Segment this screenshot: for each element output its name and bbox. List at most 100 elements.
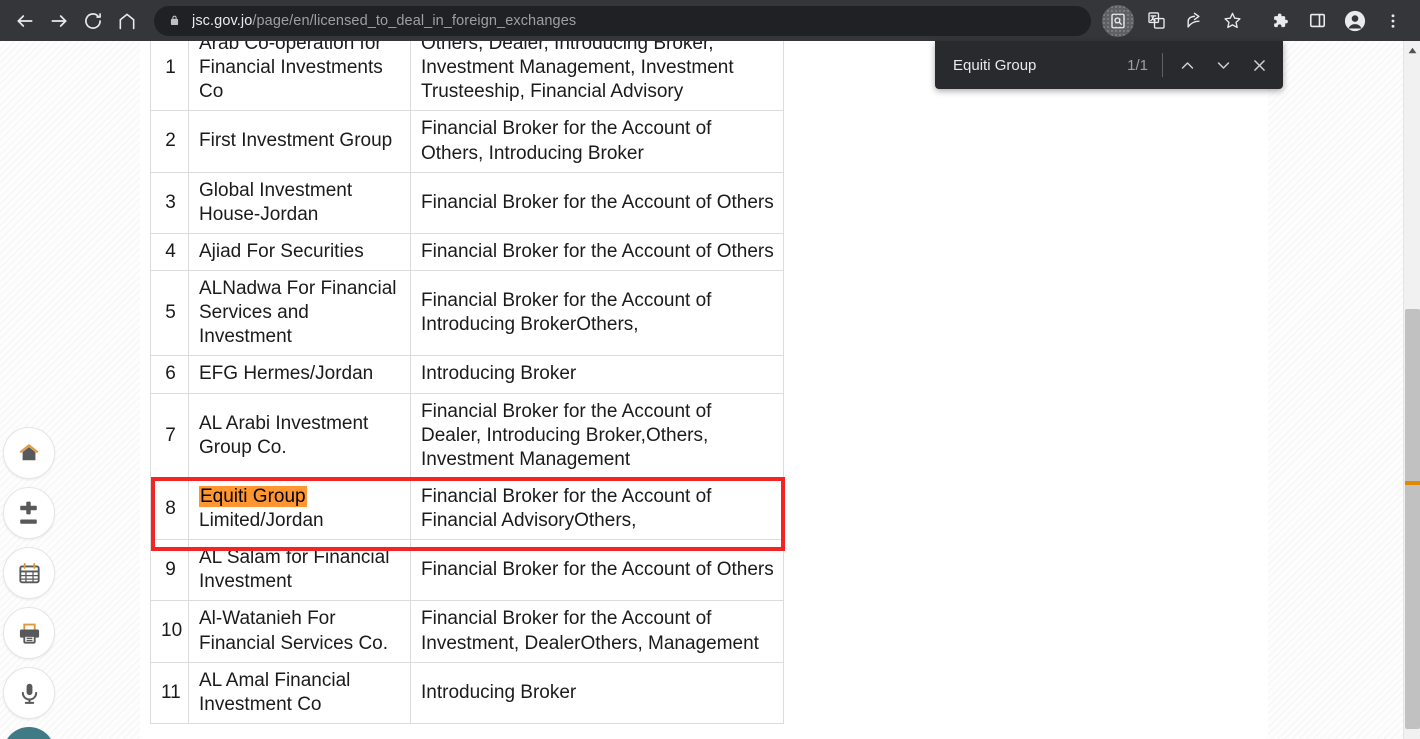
services-text: Financial Broker for the Account of Fina…: [421, 485, 722, 531]
services-cell: Introducing Broker: [410, 355, 784, 394]
extensions-puzzle-icon[interactable]: [1263, 5, 1295, 37]
search-highlight: Equiti Group: [199, 485, 307, 507]
share-icon[interactable]: [1178, 5, 1210, 37]
minus-icon: [20, 519, 37, 524]
chevron-down-icon: [1217, 61, 1229, 69]
find-in-page-icon[interactable]: [1102, 4, 1134, 37]
page-scrollbar[interactable]: [1403, 41, 1420, 739]
kebab-menu-glyph: [1391, 13, 1395, 28]
company-name-text: Al-Watanieh For Financial Services Co.: [199, 608, 389, 654]
company-name-cell: Equiti Group Limited/Jordan: [188, 477, 411, 541]
company-name-text: Arab Co-operation for Financial Investme…: [199, 41, 383, 103]
find-input[interactable]: [953, 56, 1128, 74]
table-row: 8 Equiti Group Limited/Jordan Financial Bro…: [150, 477, 784, 541]
table-row: 4 Ajiad For Securities Financial Broker fo…: [150, 232, 784, 272]
row-index-cell: 6: [150, 355, 189, 394]
row-index-cell: 11: [150, 661, 189, 724]
chrome-menu-icon[interactable]: [1377, 5, 1409, 37]
zoom-buttons[interactable]: [3, 487, 55, 539]
services-text: Introducing Broker: [421, 363, 577, 385]
services-text: Financial Broker for the Account of Othe…: [421, 240, 774, 262]
find-page-glyph: [1111, 13, 1125, 28]
licensed-companies-table: 1 Arab Co-operation for Financial Investm…: [150, 41, 784, 724]
star-glyph: [1223, 12, 1241, 29]
microphone-button[interactable]: [3, 667, 55, 719]
address-bar[interactable]: jsc.gov.jo/page/en/licensed_to_deal_in_f…: [154, 5, 1091, 36]
find-bar: 1/1: [935, 41, 1283, 89]
page-background-right: [1268, 41, 1403, 739]
translate-icon[interactable]: [1140, 5, 1172, 37]
company-name-cell: AL Salam for Financial Investment: [188, 539, 411, 602]
find-next-button[interactable]: [1205, 47, 1241, 83]
row-index-cell: 8: [150, 477, 189, 541]
find-close-button[interactable]: [1241, 47, 1277, 83]
company-name-text: AL Arabi Investment Group Co.: [199, 412, 369, 458]
home-button[interactable]: [3, 427, 55, 479]
reload-button[interactable]: [76, 4, 110, 38]
calendar-button[interactable]: [3, 547, 55, 599]
services-text: Financial Broker for the Account of Othe…: [421, 559, 774, 581]
services-cell: Financial Broker for the Account of Intr…: [410, 269, 784, 357]
browser-actions: [1099, 4, 1412, 37]
url-path: /page/en/licensed_to_deal_in_foreign_exc…: [252, 12, 577, 29]
scroll-up-arrow-icon[interactable]: [1404, 43, 1420, 57]
company-name-text: AL Salam for Financial Investment: [199, 547, 390, 593]
print-button[interactable]: [3, 607, 55, 659]
find-match-count: 1/1: [1127, 56, 1148, 74]
services-cell: Financial Broker for the Account of Inve…: [410, 600, 784, 663]
services-cell: Financial Broker for the Account of Deal…: [410, 392, 784, 479]
row-index-cell: 7: [150, 392, 189, 479]
home-button[interactable]: [110, 4, 144, 38]
table-row: 5 ALNadwa For Financial Services and Inve…: [150, 269, 784, 357]
services-cell: Others, Dealer, Introducing Broker, Inve…: [410, 41, 784, 112]
back-button[interactable]: [8, 4, 42, 38]
company-name-cell: EFG Hermes/Jordan: [188, 355, 411, 394]
page-viewport: 1 Arab Co-operation for Financial Investm…: [0, 41, 1420, 739]
table-row: 1 Arab Co-operation for Financial Investm…: [150, 41, 784, 112]
services-cell: Financial Broker for the Account of Othe…: [410, 110, 784, 173]
bookmark-star-icon[interactable]: [1216, 5, 1248, 37]
services-text: Financial Broker for the Account of Inve…: [421, 608, 759, 654]
arrow-left-icon: [17, 14, 33, 27]
table-row: 6 EFG Hermes/Jordan Introducing Broker: [150, 355, 784, 394]
scrollbar-thumb[interactable]: [1405, 309, 1420, 729]
microphone-icon: [21, 683, 37, 704]
url-text: jsc.gov.jo/page/en/licensed_to_deal_in_f…: [192, 13, 576, 29]
services-cell: Financial Broker for the Account of Fina…: [410, 477, 784, 541]
avatar-glyph: [1344, 10, 1366, 31]
profile-avatar-icon[interactable]: [1339, 5, 1371, 37]
puzzle-glyph: [1273, 13, 1288, 28]
reload-icon: [85, 12, 101, 29]
calendar-icon: [18, 562, 40, 583]
url-domain: jsc.gov.jo: [192, 12, 253, 29]
company-name-text: AL Amal Financial Investment Co: [199, 669, 351, 715]
share-arrow-glyph: [1186, 12, 1200, 28]
company-name-text: Limited/Jordan: [199, 510, 324, 531]
services-text: Financial Broker for the Account of Othe…: [421, 191, 774, 213]
lock-icon[interactable]: [168, 14, 181, 27]
company-name-text: Ajiad For Securities: [199, 240, 364, 262]
plus-icon: [20, 501, 37, 515]
company-name-cell: AL Amal Financial Investment Co: [188, 661, 411, 724]
table-row: 3 Global Investment House-Jordan Financial…: [150, 171, 784, 234]
forward-button[interactable]: [42, 4, 76, 38]
find-previous-button[interactable]: [1169, 47, 1205, 83]
triangle-up-glyph: [1408, 47, 1417, 53]
company-name-cell: Ajiad For Securities: [188, 232, 411, 272]
services-text: Financial Broker for the Account of Deal…: [421, 400, 722, 470]
page-content: 1 Arab Co-operation for Financial Investm…: [140, 41, 1268, 739]
services-cell: Financial Broker for the Account of Othe…: [410, 232, 784, 272]
company-name-cell: First Investment Group: [188, 110, 411, 173]
table-row: 11 AL Amal Financial Investment Co Introdu…: [150, 661, 784, 724]
row-index-cell: 2: [150, 110, 189, 173]
row-index-cell: 9: [150, 539, 189, 602]
side-panel-icon[interactable]: [1301, 5, 1333, 37]
row-index-cell: 1: [150, 41, 189, 112]
services-cell: Introducing Broker: [410, 661, 784, 724]
home-icon: [19, 444, 39, 461]
table-row: 9 AL Salam for Financial Investment Financ…: [150, 539, 784, 602]
services-text: Financial Broker for the Account of Intr…: [421, 290, 722, 336]
company-name-cell: AL Arabi Investment Group Co.: [188, 392, 411, 479]
table-row: 7 AL Arabi Investment Group Co. Financial …: [150, 392, 784, 479]
accessibility-button[interactable]: [3, 727, 55, 739]
